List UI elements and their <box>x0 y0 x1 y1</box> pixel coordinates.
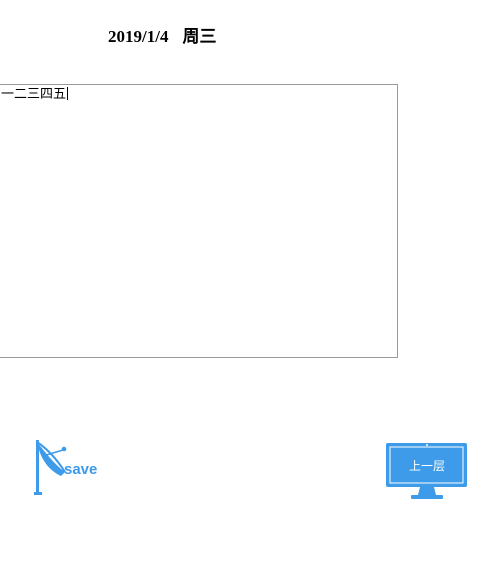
date-header: 2019/1/4 周三 <box>108 22 216 47</box>
weekday-text: 周三 <box>182 27 217 46</box>
date-text: 2019/1/4 <box>108 27 169 46</box>
up-level-button[interactable]: 上一层 <box>386 440 468 502</box>
up-level-label: 上一层 <box>408 459 445 473</box>
text-caret <box>67 87 69 100</box>
text-editor[interactable]: 一二三四五 <box>0 84 398 358</box>
save-label: save <box>64 461 98 478</box>
editor-content[interactable]: 一二三四五 <box>1 86 69 101</box>
save-button[interactable]: save <box>30 436 102 498</box>
editor-text-value: 一二三四五 <box>1 86 67 101</box>
